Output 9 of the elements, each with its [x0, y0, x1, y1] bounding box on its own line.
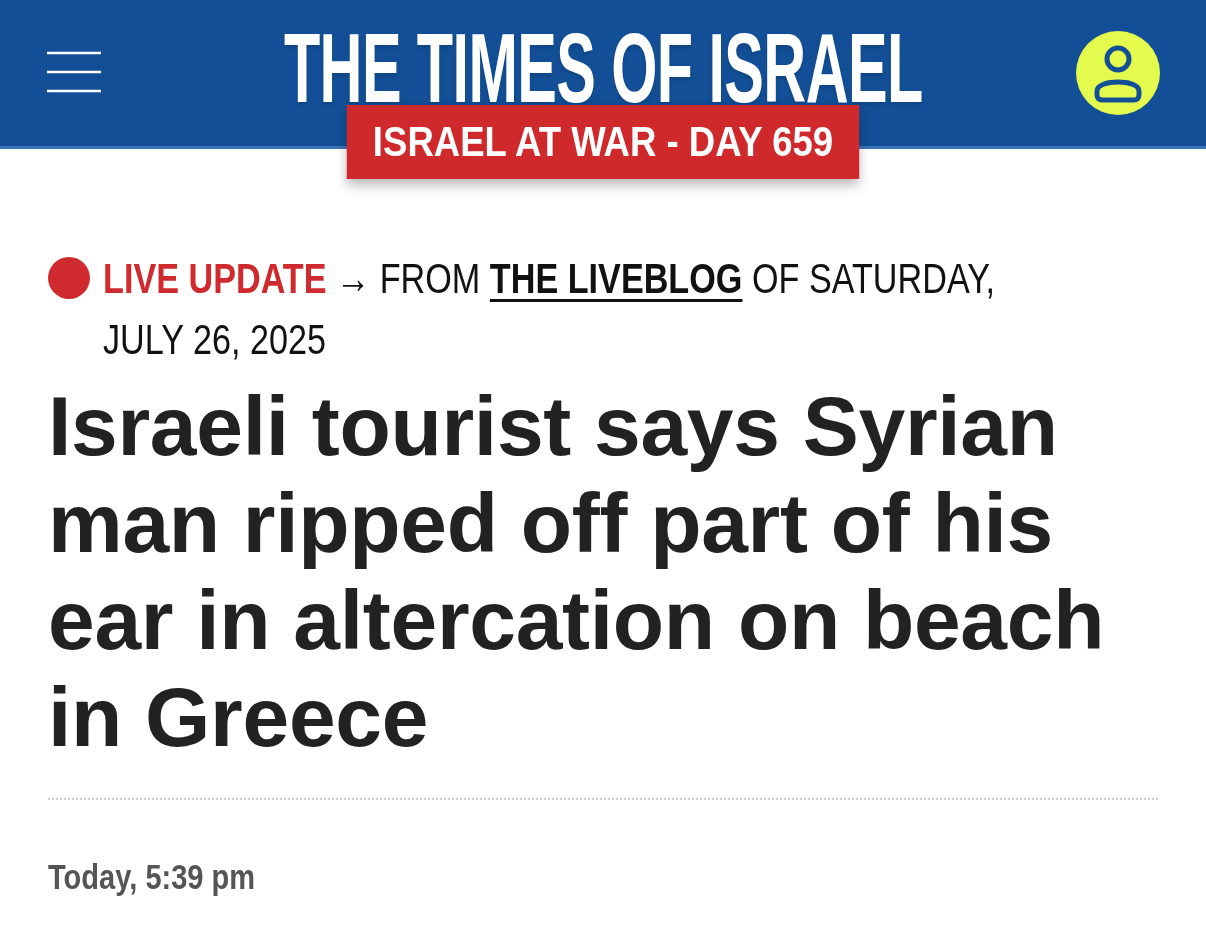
- menu-icon[interactable]: [46, 50, 102, 94]
- site-logo[interactable]: THE TIMES OF ISRAEL: [283, 32, 923, 104]
- live-update-line: LIVE UPDATE → FROM THE LIVEBLOG OF SATURDAY, JULY 26, 2025: [103, 253, 997, 365]
- war-day-banner: ISRAEL AT WAR - DAY 659: [346, 105, 860, 179]
- live-dot-icon: [48, 257, 90, 299]
- timestamp: Today, 5:39 pm: [48, 857, 256, 897]
- liveblog-link[interactable]: THE LIVEBLOG: [489, 254, 743, 302]
- headline: Israeli tourist says Syrian man ripped off part of his ear in altercation on beach in Greece: [48, 378, 1106, 766]
- user-icon[interactable]: [1076, 31, 1160, 115]
